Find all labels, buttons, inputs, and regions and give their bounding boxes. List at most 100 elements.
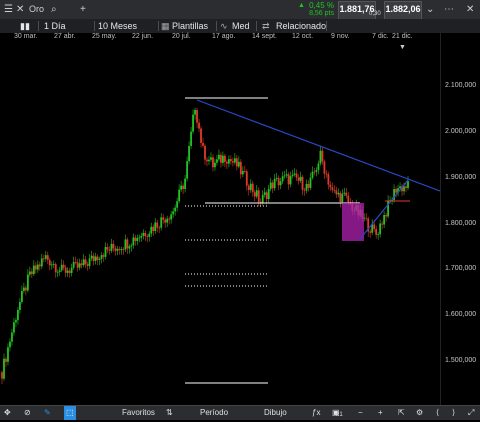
price-label: 1.600,000 xyxy=(445,311,477,318)
scroll-left-icon[interactable]: ⟨ xyxy=(436,406,439,420)
candle xyxy=(261,194,264,203)
candle xyxy=(130,245,133,247)
crosshair-icon[interactable]: ⊘ xyxy=(24,406,31,420)
sort-icon[interactable]: ⇅ xyxy=(166,406,173,420)
candle xyxy=(263,192,266,195)
candle xyxy=(120,249,123,250)
candle xyxy=(84,259,87,265)
templates-icon[interactable]: ▦ xyxy=(161,19,170,33)
date-label: 22 jun. xyxy=(132,33,154,40)
highlight-rectangle[interactable] xyxy=(342,203,364,241)
candle xyxy=(271,182,274,189)
date-label: 17 ago. xyxy=(212,33,236,40)
period-selector[interactable]: 1 Día xyxy=(44,19,66,33)
compare-icon[interactable]: ⇄ xyxy=(262,19,270,33)
search-icon[interactable]: ⌕ xyxy=(51,0,57,19)
zoom-out-icon[interactable]: − xyxy=(358,406,363,420)
candle xyxy=(22,287,25,291)
candle xyxy=(114,248,117,251)
divider xyxy=(94,21,95,31)
settings-icon[interactable]: ⚙ xyxy=(416,406,423,420)
select-tool-icon[interactable]: ⬚ xyxy=(64,406,76,420)
descending-trendline[interactable] xyxy=(196,99,440,192)
candle xyxy=(44,255,47,259)
candle xyxy=(309,177,312,188)
price-chart[interactable] xyxy=(0,45,440,405)
candle xyxy=(134,237,137,241)
date-label: 20 jul. xyxy=(172,33,191,40)
candle xyxy=(339,192,342,203)
period-tab[interactable]: Período xyxy=(200,406,228,420)
candle xyxy=(253,192,256,197)
scroll-right-icon[interactable]: ⟩ xyxy=(452,406,455,420)
candle xyxy=(275,177,278,179)
candle xyxy=(343,192,346,194)
chart-toolbar: ▮▮ 1 Día 10 Meses ▦ Plantillas ∿ Med ⇄ R… xyxy=(0,19,480,34)
up-arrow-icon: ▲ xyxy=(298,2,305,9)
date-label: 25 may. xyxy=(92,33,117,40)
candle xyxy=(225,161,228,164)
price-label: 2.000,000 xyxy=(445,128,477,135)
candle xyxy=(174,207,177,212)
chart-type-icon[interactable]: ▮▮ xyxy=(20,19,30,33)
close-icon[interactable]: ✕ xyxy=(466,0,474,19)
candlestick-series xyxy=(1,107,409,385)
candle xyxy=(60,264,63,271)
price-label: 1.800,000 xyxy=(445,220,477,227)
candle xyxy=(146,236,149,237)
candle xyxy=(216,159,218,163)
candle xyxy=(373,224,376,230)
instrument-tab[interactable]: Oro xyxy=(29,0,44,19)
date-label: 7 dic. xyxy=(372,33,389,40)
candle xyxy=(110,243,113,251)
change-indicator: ▲ 0,45 % 8,56 pts xyxy=(298,2,334,18)
candle xyxy=(98,258,101,260)
price-label: 1.500,000 xyxy=(445,357,477,364)
candle xyxy=(136,237,139,241)
date-label: 9 nov. xyxy=(331,33,350,40)
add-tab-icon[interactable]: + xyxy=(80,0,86,19)
candle xyxy=(168,218,171,220)
candle xyxy=(100,255,103,259)
candle xyxy=(48,259,51,266)
related-button[interactable]: Relacionado xyxy=(276,19,326,33)
price-type-selector[interactable]: Med xyxy=(232,19,250,33)
candle xyxy=(50,264,53,266)
pencil-icon[interactable]: ✎ xyxy=(44,406,51,420)
favorites-tab[interactable]: Favoritos xyxy=(122,406,155,420)
candle xyxy=(96,256,99,260)
candle xyxy=(126,239,129,249)
candle xyxy=(233,158,236,163)
ellipsis-icon[interactable]: ⋯ xyxy=(444,0,454,19)
candle xyxy=(327,174,330,185)
cursor-icon[interactable]: ✥ xyxy=(4,406,11,420)
templates-button[interactable]: Plantillas xyxy=(172,19,208,33)
candle xyxy=(148,233,151,237)
menu-icon[interactable]: ☰ xyxy=(4,0,13,19)
ascending-trendline[interactable] xyxy=(359,179,409,240)
candle xyxy=(166,218,169,223)
candle xyxy=(319,150,322,164)
candle xyxy=(341,193,344,203)
drawing-tab[interactable]: Dibujo xyxy=(264,406,287,420)
zoom-in-icon[interactable]: + xyxy=(378,406,383,420)
chevron-down-icon[interactable]: ⌄ xyxy=(426,0,434,19)
expand-icon[interactable]: ⤢ xyxy=(468,406,474,420)
candle xyxy=(122,249,125,250)
price-label: 1.900,000 xyxy=(445,174,477,181)
date-label: 14 sept. xyxy=(252,33,277,40)
candle xyxy=(128,246,131,249)
candle xyxy=(5,358,7,362)
tab-close-icon[interactable]: ✕ xyxy=(16,0,24,19)
candle xyxy=(3,358,5,379)
candle xyxy=(17,310,19,321)
candle xyxy=(220,154,222,163)
candle xyxy=(365,217,368,219)
spread-value: 0,30 xyxy=(369,11,381,17)
price-label: 2.100,000 xyxy=(445,82,477,89)
range-selector[interactable]: 10 Meses xyxy=(98,19,137,33)
candle xyxy=(152,226,155,231)
indicator-icon[interactable]: ∿ xyxy=(220,19,228,33)
fit-icon[interactable]: ⇱ xyxy=(398,406,405,420)
fx-icon[interactable]: ƒx xyxy=(312,406,320,420)
